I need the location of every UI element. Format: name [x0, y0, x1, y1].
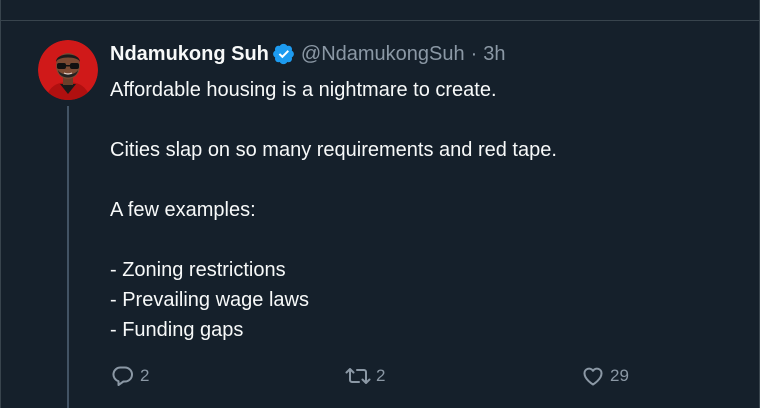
display-name[interactable]: Ndamukong Suh: [110, 43, 269, 66]
tweet-text: Affordable housing is a nightmare to cre…: [110, 75, 730, 345]
tweet-line: A few examples:: [110, 199, 256, 221]
heart-icon: [581, 364, 605, 388]
reply-icon: [111, 364, 135, 388]
top-divider: [0, 20, 760, 21]
retweet-icon: [345, 364, 371, 388]
avatar[interactable]: [38, 40, 98, 100]
tweet-line: Cities slap on so many requirements and …: [110, 139, 557, 161]
retweet-count: 2: [376, 366, 386, 385]
like-button[interactable]: 29: [581, 362, 629, 390]
avatar-image: [38, 40, 98, 100]
separator-dot: ·: [470, 42, 478, 65]
tweet-line: - Funding gaps: [110, 319, 244, 341]
tweet-line: - Prevailing wage laws: [110, 289, 309, 311]
verified-badge-icon: [272, 43, 295, 65]
retweet-button[interactable]: 2: [345, 362, 385, 390]
left-border: [0, 0, 1, 408]
tweet-header: Ndamukong Suh @NdamukongSuh · 3h: [110, 41, 506, 67]
reply-count: 2: [140, 366, 150, 385]
reply-button[interactable]: 2: [111, 362, 149, 390]
timestamp[interactable]: 3h: [483, 43, 505, 66]
thread-line: [67, 106, 69, 408]
like-count: 29: [610, 366, 629, 385]
tweet-line: Affordable housing is a nightmare to cre…: [110, 79, 497, 101]
handle[interactable]: @NdamukongSuh: [301, 43, 465, 66]
tweet-line: - Zoning restrictions: [110, 259, 286, 281]
